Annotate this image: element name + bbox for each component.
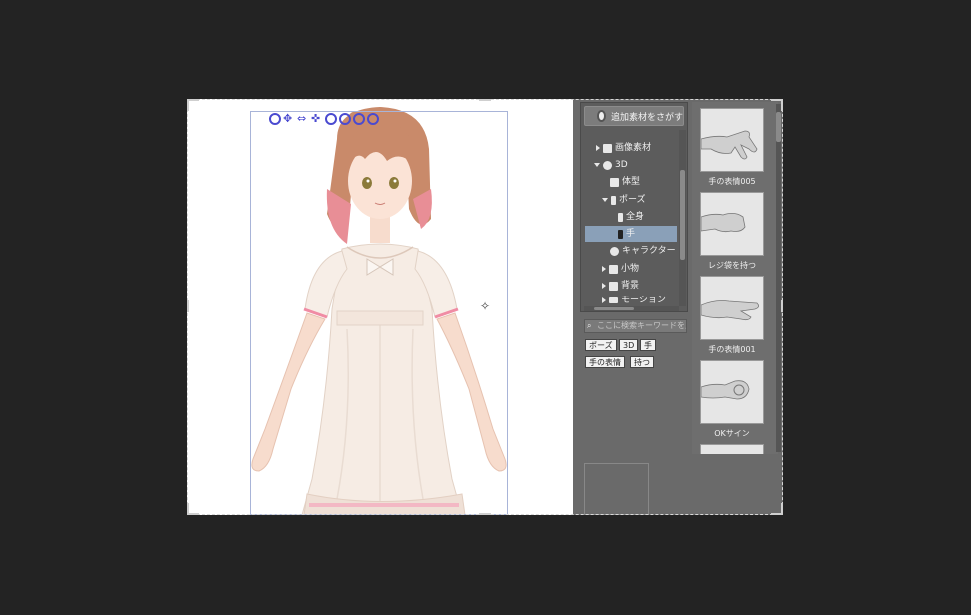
scrollbar-thumb[interactable] [776, 112, 781, 142]
tree-item-pose[interactable]: ポーズ [602, 192, 646, 208]
resize-handle-bottom-right[interactable] [771, 503, 783, 515]
expand-arrow-icon[interactable] [596, 145, 600, 151]
tree-item-full-body[interactable]: 全身 [618, 209, 644, 225]
material-thumbnail[interactable] [700, 444, 764, 454]
tree-item-motion[interactable]: モーション [602, 296, 666, 304]
small-objects-icon [609, 264, 618, 274]
material-thumbnail[interactable] [700, 360, 764, 424]
scrollbar-thumb[interactable] [680, 170, 685, 260]
keyword-search-input[interactable]: ⌕ ここに検索キーワードを入力して [584, 319, 687, 333]
collapse-arrow-icon[interactable] [602, 198, 608, 202]
tree-item-3d[interactable]: 3D [594, 157, 628, 173]
hand-pose-image [700, 213, 746, 233]
tree-vertical-scrollbar[interactable] [679, 130, 686, 306]
material-thumbnail[interactable] [700, 108, 764, 172]
motion-icon [609, 297, 618, 303]
pose-figure-icon [618, 229, 623, 239]
3d-folder-icon [603, 160, 612, 170]
body-type-icon [610, 177, 619, 187]
resize-handle-bottom-left[interactable] [187, 503, 199, 515]
tag-hold[interactable]: 持つ [630, 356, 654, 368]
resize-handle-top-right[interactable] [771, 99, 783, 111]
expand-arrow-icon[interactable] [602, 283, 606, 289]
expand-arrow-icon[interactable] [602, 266, 606, 272]
material-caption: 手の表情001 [708, 345, 756, 354]
tree-item-character[interactable]: キャラクター [610, 243, 676, 259]
pose-figure-icon [611, 195, 616, 205]
material-caption: レジ袋を持つ [708, 261, 756, 270]
tag-pose[interactable]: ポーズ [585, 339, 617, 351]
tree-item-image-materials[interactable]: 画像素材 [596, 140, 651, 156]
document-frame [250, 111, 508, 515]
material-list: 手の表情005 レジ袋を持つ 手の表情001 OKサイン [692, 102, 778, 454]
find-more-materials-label: 追加素材をさがす [610, 112, 683, 123]
tree-item-small-objects[interactable]: 小物 [602, 261, 639, 277]
magnifier-icon: ⌕ [587, 321, 592, 330]
tree-horizontal-scrollbar[interactable] [584, 306, 679, 311]
tag-hand[interactable]: 手 [640, 339, 656, 351]
pose-figure-icon [618, 212, 623, 222]
resize-handle-top-left[interactable] [187, 99, 199, 111]
swirl-icon [597, 110, 606, 122]
tree-item-body-type[interactable]: 体型 [610, 174, 640, 190]
resize-handle-bottom[interactable] [479, 513, 491, 515]
image-folder-icon [603, 143, 612, 153]
tag-3d[interactable]: 3D [619, 339, 639, 351]
material-list-scrollbar[interactable] [776, 104, 781, 452]
material-thumbnail[interactable] [700, 192, 764, 256]
hand-pose-image [700, 130, 758, 160]
collapse-arrow-icon[interactable] [594, 163, 600, 167]
material-caption: 手の表情005 [708, 177, 756, 186]
resize-handle-left[interactable] [187, 300, 189, 312]
resize-handle-right[interactable] [781, 300, 783, 312]
tree-item-background[interactable]: 背景 [602, 278, 639, 294]
expand-arrow-icon[interactable] [602, 297, 606, 303]
hand-pose-image [700, 380, 750, 400]
resize-handle-top[interactable] [479, 99, 491, 101]
background-icon [609, 281, 618, 291]
tree-item-hand[interactable]: 手 [585, 226, 677, 242]
material-thumbnail[interactable] [700, 276, 764, 340]
material-preview [584, 463, 649, 515]
scrollbar-thumb[interactable] [594, 307, 634, 310]
hand-pose-image [700, 300, 759, 321]
tag-hand-expression[interactable]: 手の表情 [585, 356, 625, 368]
material-caption: OKサイン [714, 429, 750, 438]
find-more-materials-button[interactable]: 追加素材をさがす [584, 106, 684, 126]
character-icon [610, 246, 619, 256]
